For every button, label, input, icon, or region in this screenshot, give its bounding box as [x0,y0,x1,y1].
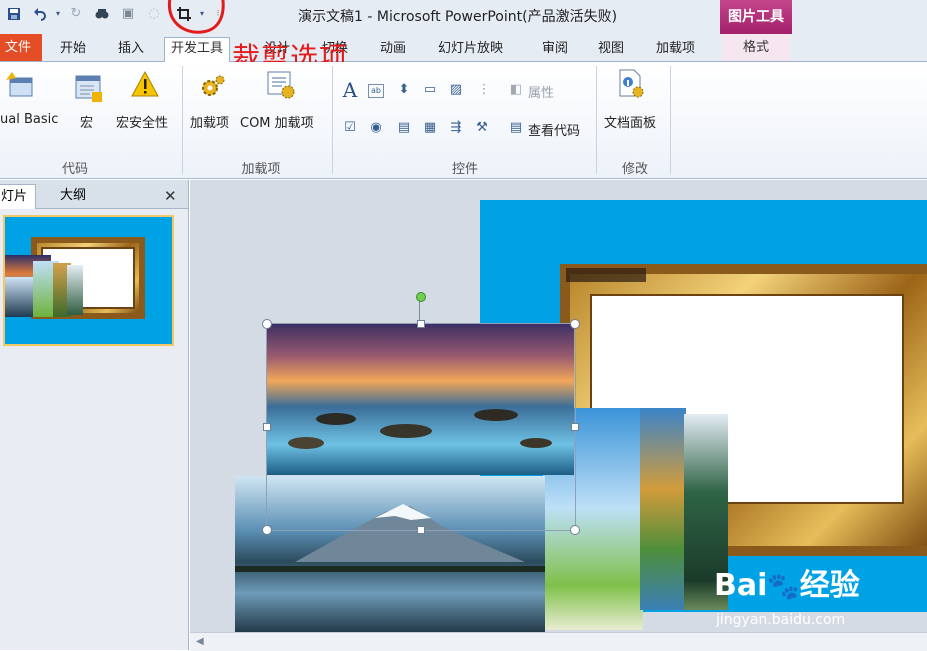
visual-basic-button[interactable]: ual Basic [0,112,58,127]
find-icon[interactable] [94,6,110,22]
label-control-icon[interactable]: A [342,80,358,100]
macro-icon[interactable] [74,74,104,104]
baidu-watermark: Bai🐾经验 [714,560,860,604]
selection-outline [266,323,576,531]
paste-icon[interactable]: ▣ [120,6,136,22]
addins-gear-icon[interactable] [198,72,228,102]
spin-control-icon[interactable]: ⬍ [396,82,412,98]
tab-outline[interactable]: 大纲 [52,184,94,208]
title-bar: ▾ ↻ ▣ ◌ ▾ ⁝ 演示文稿1 - Microsoft PowerPoint… [0,0,927,35]
resize-handle-top[interactable] [417,320,425,328]
photo-autumn[interactable] [640,408,686,610]
resize-handle-bottom-right[interactable] [570,525,580,535]
tab-insert[interactable]: 插入 [112,38,150,60]
document-panel-icon[interactable] [616,68,646,98]
slide-thumbnail[interactable] [3,215,174,346]
resize-handle-left[interactable] [263,423,271,431]
undo-icon[interactable] [32,6,48,22]
macro-security-button[interactable]: 宏安全性 [116,112,168,131]
image-control-icon[interactable]: ▨ [448,82,464,98]
redo-icon[interactable]: ↻ [68,6,84,22]
tab-developer[interactable]: 开发工具 [164,37,231,62]
document-panel-button[interactable]: 文档面板 [604,112,656,131]
resize-handle-bottom[interactable] [417,526,425,534]
picture-tools-context-label: 图片工具 [720,0,792,34]
checkbox-control-icon[interactable]: ☑ [342,120,358,136]
option-control-icon[interactable]: ◉ [368,120,384,136]
slides-pane: 灯片 大纲 ✕ [0,180,189,650]
watermark-brand-suffix: 经验 [799,568,860,603]
group-label-modify: 修改 [621,162,648,177]
tab-view[interactable]: 视图 [592,38,630,60]
slides-pane-tabs: 灯片 大纲 ✕ [0,180,188,209]
rotation-handle[interactable] [416,292,426,302]
visual-basic-icon[interactable] [4,70,34,100]
watermark-brand: Bai [714,568,768,603]
textbox-control-icon[interactable]: ab [368,84,384,98]
ribbon-developer: ual Basic 宏 宏安全性 代码 加载项 COM 加载项 加载项 A ab… [0,62,927,179]
tab-addins[interactable]: 加载项 [650,38,701,60]
group-label-controls: 控件 [451,162,478,177]
macros-button[interactable]: 宏 [80,112,93,131]
group-label-code: 代码 [61,162,88,177]
window-title: 演示文稿1 - Microsoft PowerPoint(产品激活失败) [298,9,618,25]
tab-animations[interactable]: 动画 [374,38,412,60]
view-code-icon: ▤ [509,120,523,135]
resize-handle-right[interactable] [571,423,579,431]
tab-home[interactable]: 开始 [54,38,92,60]
annotation-circle [167,0,225,34]
group-separator [670,66,671,174]
close-icon[interactable]: ✕ [156,184,185,208]
properties-button[interactable]: 属性 [528,82,554,101]
group-separator [596,66,597,174]
tab-file[interactable]: 文件 [0,34,42,61]
watermark-url: jingyan.baidu.com [716,612,846,628]
horizontal-scrollbar[interactable]: ◀ [190,632,927,651]
group-separator [332,66,333,174]
combobox-control-icon[interactable]: ▦ [422,120,438,136]
scrollbar-control-icon[interactable]: ▭ [422,82,438,98]
tab-slideshow[interactable]: 幻灯片放映 [432,38,509,60]
warning-icon[interactable] [130,70,160,100]
com-addins-button[interactable]: COM 加载项 [240,112,314,131]
listbox-control-icon[interactable]: ▤ [396,120,412,136]
more-controls-icon[interactable]: ⋮ [476,82,492,98]
resize-handle-top-right[interactable] [570,319,580,329]
toggle-control-icon[interactable]: ⇶ [448,120,464,136]
group-label-addins: 加载项 [241,162,281,177]
lasso-icon[interactable]: ◌ [146,6,162,22]
paw-icon: 🐾 [767,572,800,602]
tab-format[interactable]: 格式 [722,34,790,61]
tab-review[interactable]: 审阅 [536,38,574,60]
resize-handle-top-left[interactable] [262,319,272,329]
view-code-button[interactable]: 查看代码 [528,120,580,139]
ribbon-tab-strip: 文件 开始 插入 开发工具 设计 切换 动画 幻灯片放映 审阅 视图 加载项 格… [0,34,927,62]
properties-icon: ◧ [509,82,523,97]
group-separator [182,66,183,174]
addins-button[interactable]: 加载项 [190,112,229,131]
tools-control-icon[interactable]: ⚒ [474,120,490,136]
com-addins-icon[interactable] [266,70,296,100]
save-icon[interactable] [6,6,22,22]
resize-handle-bottom-left[interactable] [262,525,272,535]
scroll-left-icon[interactable]: ◀ [196,636,204,647]
tab-slides[interactable]: 灯片 [0,184,37,209]
undo-dropdown-icon[interactable]: ▾ [50,6,66,22]
